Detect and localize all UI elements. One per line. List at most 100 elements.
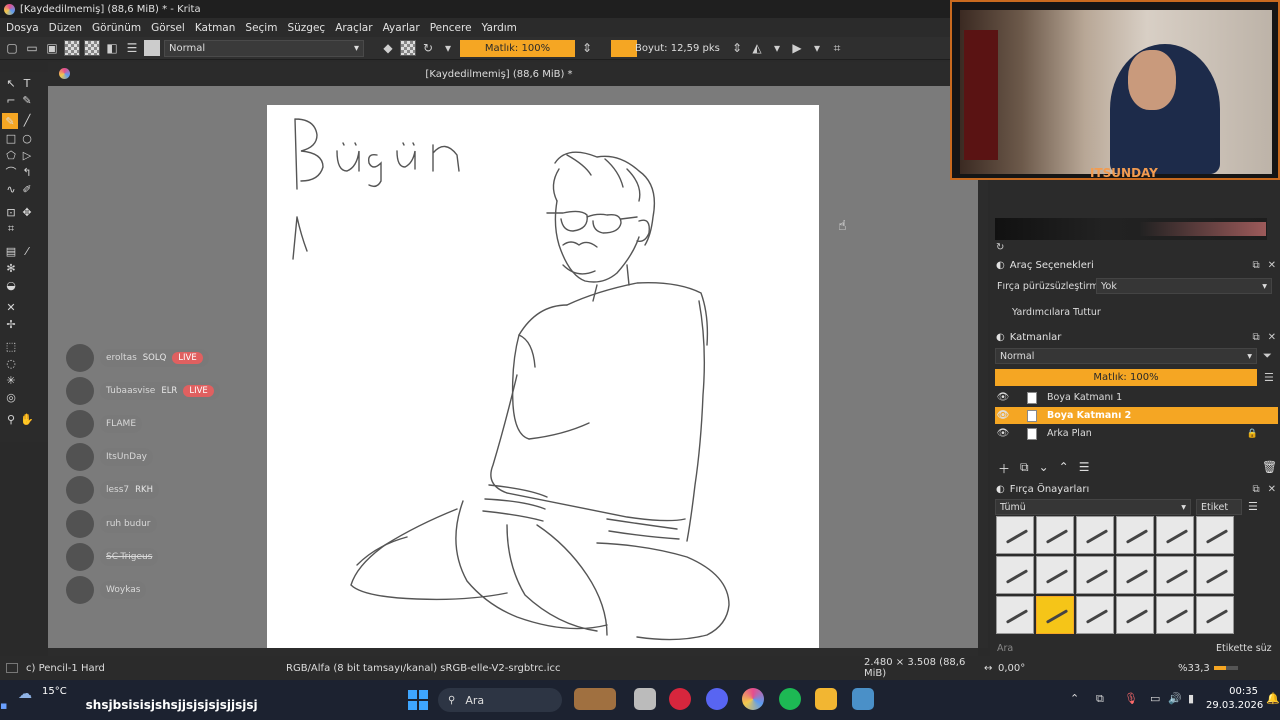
- tray-app-icon[interactable]: ⧉: [1096, 692, 1104, 706]
- tag-filter-checkbox[interactable]: Etikette süz: [1216, 643, 1272, 654]
- layer-properties-icon[interactable]: ☰: [1079, 460, 1090, 477]
- new-document-icon[interactable]: ▢: [4, 40, 20, 56]
- brush-preset-tile[interactable]: [1036, 556, 1074, 594]
- brush-preset-tile[interactable]: [1196, 556, 1234, 594]
- brush-preset-tile[interactable]: [1116, 596, 1154, 634]
- network-icon[interactable]: ▭: [1150, 692, 1160, 705]
- rotation-icon[interactable]: ↔: [984, 663, 998, 674]
- refresh-icon[interactable]: ↻: [996, 242, 1004, 253]
- start-button[interactable]: [408, 690, 428, 710]
- brush-preset-tile[interactable]: [1156, 556, 1194, 594]
- float-icon[interactable]: ⧉: [1252, 484, 1259, 495]
- zoom-tool-icon[interactable]: ⚲: [4, 412, 18, 426]
- brush-preset-tile[interactable]: [996, 516, 1034, 554]
- reference-tool-icon[interactable]: ✢: [4, 317, 18, 331]
- menu-gorsel[interactable]: Görsel: [151, 22, 185, 34]
- brush-preset-tile[interactable]: [996, 556, 1034, 594]
- pan-tool-icon[interactable]: ✋: [20, 412, 34, 426]
- brush-filter-select[interactable]: Tümü ▾: [995, 499, 1191, 515]
- brush-settings-icon[interactable]: ☰: [124, 40, 140, 56]
- text-tool-icon[interactable]: T: [20, 76, 34, 90]
- rectangle-tool-icon[interactable]: □: [4, 131, 18, 145]
- color-picker-tool-icon[interactable]: ⁄: [20, 244, 34, 258]
- drawing-paper[interactable]: [267, 105, 819, 648]
- mirror-horizontal-icon[interactable]: ◭: [749, 40, 765, 56]
- float-icon[interactable]: ⧉: [1252, 260, 1259, 271]
- bezier-tool-icon[interactable]: ⌒: [4, 165, 18, 179]
- size-label[interactable]: Boyut: 12,59 pks: [635, 43, 725, 54]
- widget-image[interactable]: [574, 688, 616, 710]
- open-folder-icon[interactable]: ▭: [24, 40, 40, 56]
- menu-dosya[interactable]: Dosya: [6, 22, 39, 34]
- dynamic-brush-tool-icon[interactable]: ∿: [4, 182, 18, 196]
- close-icon[interactable]: ✕: [1268, 332, 1276, 343]
- brush-preset-tile[interactable]: [1116, 516, 1154, 554]
- discord-icon[interactable]: [706, 688, 728, 710]
- mirror-vertical-icon[interactable]: ▶: [789, 40, 805, 56]
- canvas-area[interactable]: ☝ eroltas SOLQ LIVE Tubaasvise ELR LIVE …: [48, 86, 978, 648]
- magic-wand-tool-icon[interactable]: ✳: [4, 373, 18, 387]
- polygon-select-tool-icon[interactable]: ◌: [4, 356, 18, 370]
- tray-overflow-icon[interactable]: ⌃: [1070, 692, 1079, 705]
- brush-preset-tile[interactable]: [1156, 516, 1194, 554]
- transform-tool-icon[interactable]: ⊡: [4, 205, 18, 219]
- photos-icon[interactable]: [852, 688, 874, 710]
- menu-ayarlar[interactable]: Ayarlar: [383, 22, 420, 34]
- brush-preset-tile[interactable]: [1076, 556, 1114, 594]
- freehand-path-tool-icon[interactable]: ↰: [20, 165, 34, 179]
- menu-suzgec[interactable]: Süzgeç: [287, 22, 325, 34]
- size-stepper-icon[interactable]: ⇕: [729, 40, 745, 56]
- rect-select-tool-icon[interactable]: ⬚: [4, 339, 18, 353]
- eye-icon[interactable]: 👁: [995, 428, 1011, 439]
- chevron-down-icon[interactable]: ▾: [809, 40, 825, 56]
- delete-layer-icon[interactable]: 🗑: [1262, 460, 1277, 474]
- brush-preset-tile[interactable]: [1196, 596, 1234, 634]
- opacity-slider[interactable]: Matlık: 100%: [460, 39, 575, 57]
- menu-pencere[interactable]: Pencere: [430, 22, 472, 34]
- layer-item-active[interactable]: 👁 Boya Katmanı 2: [995, 407, 1278, 424]
- battery-icon[interactable]: ▮: [1188, 692, 1194, 705]
- brush-preset-tile-selected[interactable]: [1036, 596, 1074, 634]
- file-explorer-icon[interactable]: [815, 688, 837, 710]
- assistant-tool-icon[interactable]: ✕: [4, 300, 18, 314]
- brush-search-input[interactable]: Ara: [997, 643, 1013, 654]
- calligraphy-tool-icon[interactable]: ✎: [20, 93, 34, 107]
- close-icon[interactable]: ✕: [1268, 484, 1276, 495]
- snap-assistants-label[interactable]: Yardımcılara Tuttur: [1012, 307, 1101, 318]
- menu-araclar[interactable]: Araçlar: [335, 22, 372, 34]
- save-icon[interactable]: ▣: [44, 40, 60, 56]
- clock-date[interactable]: 29.03.2026: [1206, 700, 1263, 711]
- menu-secim[interactable]: Seçim: [245, 22, 277, 34]
- pattern-selector-icon[interactable]: [84, 40, 100, 56]
- spotify-icon[interactable]: [779, 688, 801, 710]
- horizontal-scrollbar[interactable]: [48, 648, 978, 656]
- preserve-alpha-icon[interactable]: [400, 40, 416, 56]
- chevron-down-icon[interactable]: ▾: [440, 40, 456, 56]
- brush-preset-tile[interactable]: [1196, 516, 1234, 554]
- move-up-icon[interactable]: ⌃: [1059, 460, 1069, 477]
- freehand-brush-tool-icon[interactable]: ✎: [2, 113, 18, 129]
- color-swap-icon[interactable]: ◧: [104, 40, 120, 56]
- document-tab[interactable]: [Kaydedilmemiş] (88,6 MiB) *: [48, 62, 950, 86]
- menu-yardim[interactable]: Yardım: [482, 22, 517, 34]
- add-layer-icon[interactable]: ＋: [998, 460, 1010, 477]
- zoom-slider[interactable]: [1214, 666, 1238, 670]
- select-shapes-tool-icon[interactable]: ↖: [4, 76, 18, 90]
- eye-icon[interactable]: 👁: [995, 410, 1011, 421]
- brush-preset-icon[interactable]: [144, 40, 160, 56]
- wrap-around-icon[interactable]: ⌗: [829, 40, 845, 56]
- opacity-stepper-icon[interactable]: ⇕: [579, 40, 595, 56]
- krita-taskbar-icon[interactable]: [742, 688, 764, 710]
- close-icon[interactable]: ✕: [1268, 260, 1276, 271]
- colorize-mask-tool-icon[interactable]: ✻: [4, 261, 18, 275]
- menu-duzen[interactable]: Düzen: [49, 22, 82, 34]
- float-icon[interactable]: ⧉: [1252, 332, 1259, 343]
- lock-icon[interactable]: 🔒: [1247, 429, 1258, 439]
- clock-time[interactable]: 00:35: [1222, 686, 1258, 697]
- brush-preset-tile[interactable]: [1116, 556, 1154, 594]
- list-view-icon[interactable]: ☰: [1248, 500, 1258, 513]
- gradient-selector-icon[interactable]: [64, 40, 80, 56]
- polyline-tool-icon[interactable]: ▷: [20, 148, 34, 162]
- chevron-down-icon[interactable]: ▾: [769, 40, 785, 56]
- filter-icon[interactable]: ⏷: [1263, 349, 1272, 363]
